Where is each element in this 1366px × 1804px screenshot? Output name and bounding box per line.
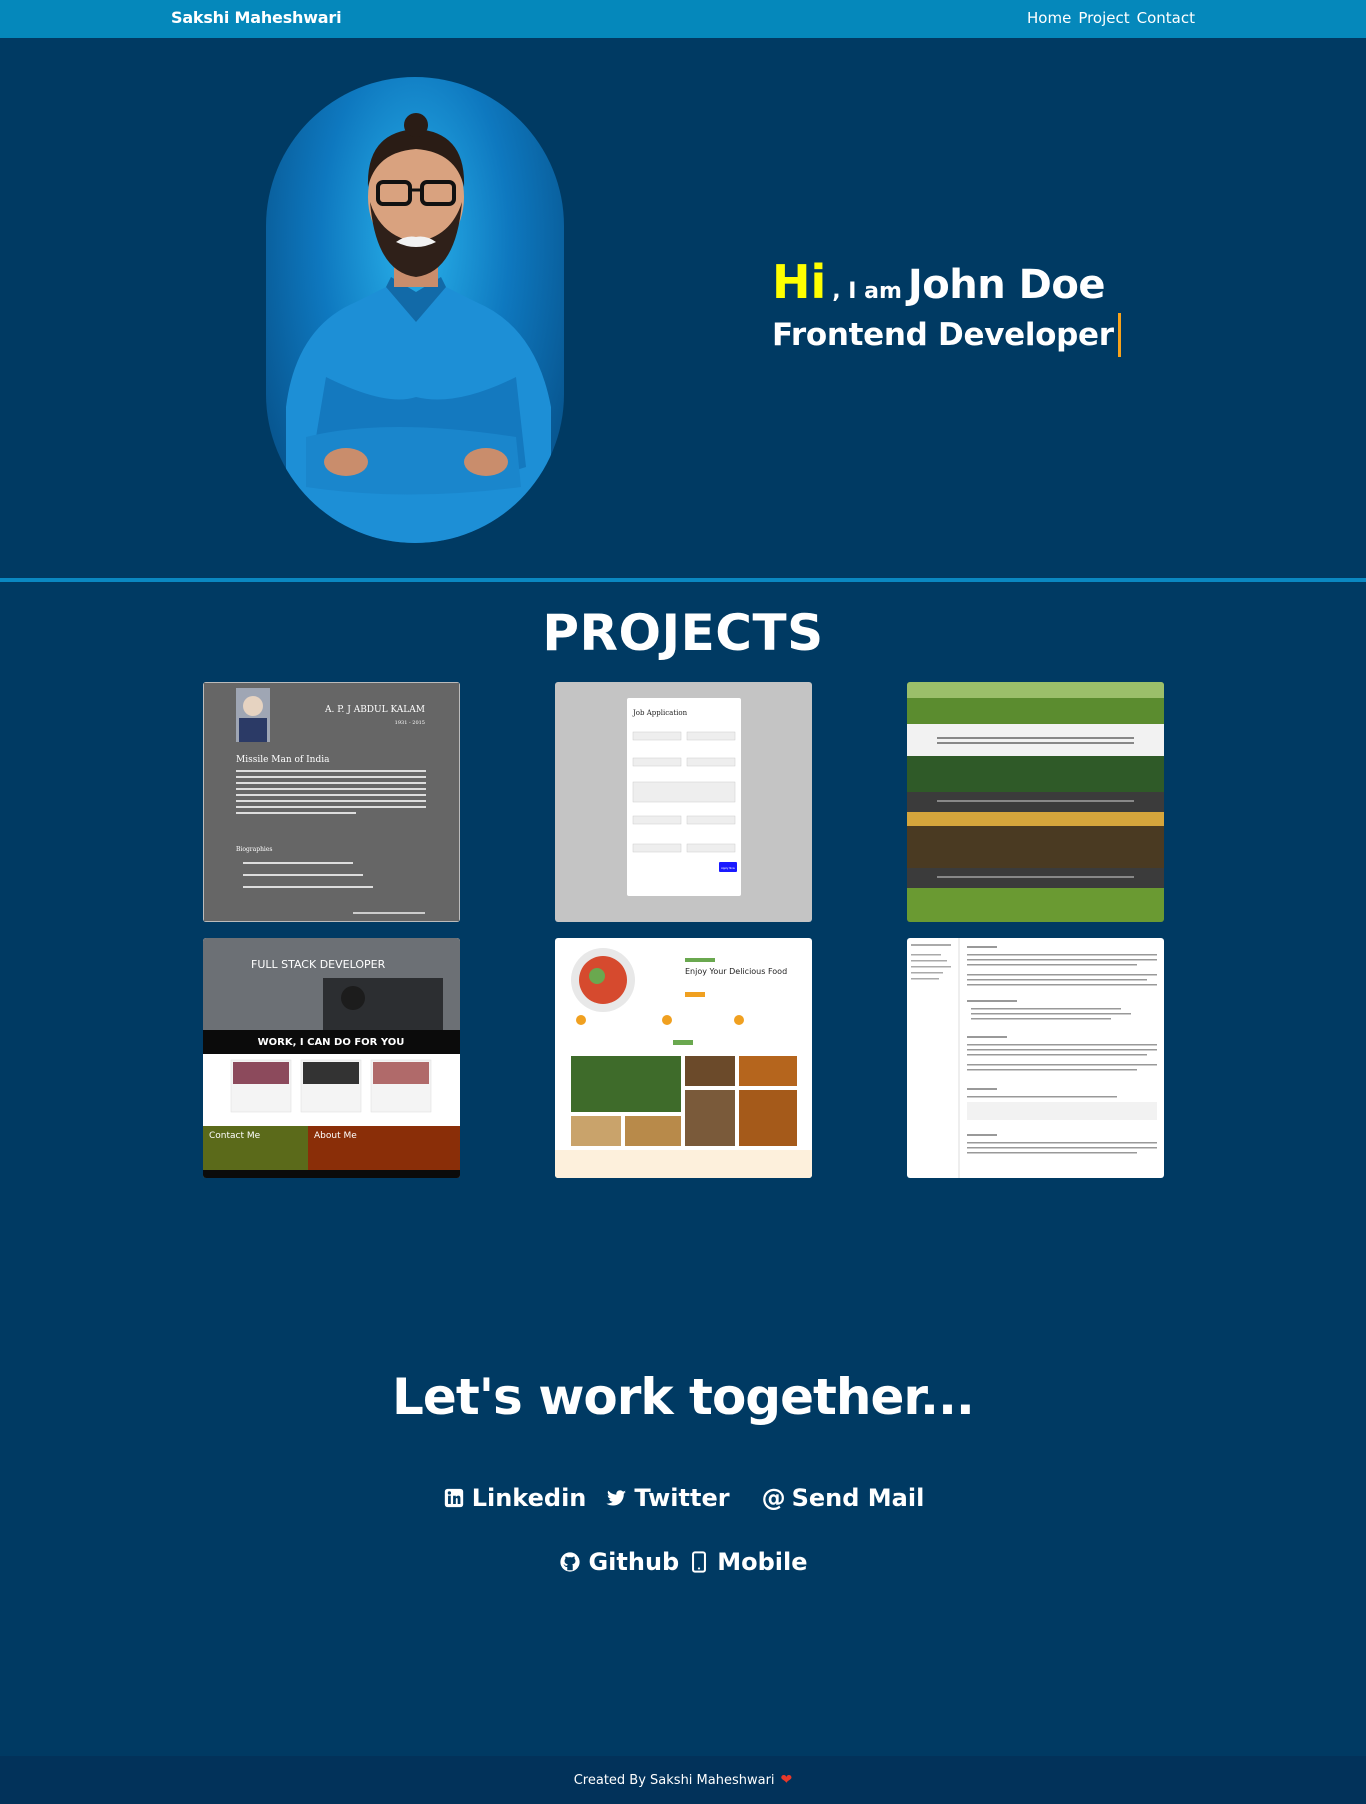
send-mail-link[interactable]: @ Send Mail (762, 1484, 925, 1512)
send-mail-label: Send Mail (791, 1484, 925, 1512)
nav-contact-link[interactable]: Contact (1137, 9, 1195, 27)
job-form-heading: Job Application (632, 709, 688, 717)
github-icon (558, 1550, 582, 1574)
job-form-apply-button: Apply Now (721, 866, 736, 870)
nav-project-link[interactable]: Project (1078, 9, 1129, 27)
project-card-food-restaurant[interactable]: Enjoy Your Delicious Food (555, 938, 812, 1178)
navbar: Sakshi Maheshwari Home Project Contact (0, 0, 1366, 38)
contact-links-row-2: Github Mobile (0, 1548, 1366, 1576)
contact-links-row-1: Linkedin Twitter @ Send Mail (0, 1484, 1366, 1512)
hero-intro: Hi , I am John Doe Frontend Developer (772, 255, 1152, 357)
greeting-text: Hi (772, 255, 827, 309)
nav-links: Home Project Contact (1027, 9, 1195, 27)
food-restaurant-page-thumbnail: Enjoy Your Delicious Food (555, 938, 812, 1178)
twitter-icon (604, 1486, 628, 1510)
projects-title: PROJECTS (542, 604, 824, 662)
project-card-js-documentation[interactable] (907, 938, 1164, 1178)
kalam-subheading: 1931 - 2015 (395, 720, 425, 726)
mobile-link[interactable]: Mobile (687, 1548, 808, 1576)
heart-icon: ❤ (780, 1772, 793, 1788)
greeting-line: Hi , I am John Doe (772, 255, 1152, 309)
portfolio-banner: WORK, I CAN DO FOR YOU (258, 1037, 405, 1048)
project-card-kalam-tribute[interactable]: A. P. J ABDUL KALAM 1931 - 2015 Missile … (203, 682, 460, 922)
intro-text: , I am (832, 279, 902, 304)
linkedin-label: Linkedin (471, 1484, 587, 1512)
portfolio-footer-left: Contact Me (209, 1131, 261, 1141)
profile-photo (266, 77, 564, 543)
food-heading: Enjoy Your Delicious Food (685, 967, 787, 976)
project-card-portfolio[interactable]: FULL STACK DEVELOPER WORK, I CAN DO FOR … (203, 938, 460, 1178)
at-icon: @ (761, 1484, 786, 1512)
portfolio-footer-right: About Me (314, 1131, 357, 1141)
contact-section: Let's work together... Linkedin Twitter … (0, 1178, 1366, 1756)
brand-name[interactable]: Sakshi Maheshwari (171, 8, 342, 27)
nature-landscape-page-thumbnail (907, 682, 1164, 922)
nav-home-link[interactable]: Home (1027, 9, 1071, 27)
kalam-section: Biographies (236, 846, 272, 853)
twitter-link[interactable]: Twitter (604, 1484, 730, 1512)
linkedin-icon (442, 1486, 466, 1510)
footer-credit: Created By Sakshi Maheshwari (573, 1772, 775, 1788)
kalam-tagline: Missile Man of India (236, 755, 330, 765)
twitter-label: Twitter (634, 1484, 730, 1512)
mobile-icon (687, 1550, 711, 1574)
javascript-documentation-thumbnail (907, 938, 1164, 1178)
mobile-label: Mobile (717, 1548, 808, 1576)
hero-section (0, 38, 1366, 578)
hero-name: John Doe (907, 262, 1106, 308)
footer: Created By Sakshi Maheshwari ❤ (0, 1756, 1366, 1804)
portfolio-heading: FULL STACK DEVELOPER (251, 958, 386, 971)
hero-role: Frontend Developer (772, 313, 1121, 357)
kalam-tribute-page-thumbnail: A. P. J ABDUL KALAM 1931 - 2015 Missile … (203, 682, 460, 922)
project-card-nature-landscape[interactable] (907, 682, 1164, 922)
job-application-form-thumbnail: Job Application Apply Now (555, 682, 812, 922)
linkedin-link[interactable]: Linkedin (442, 1484, 587, 1512)
github-label: Github (588, 1548, 680, 1576)
portfolio-page-thumbnail: FULL STACK DEVELOPER WORK, I CAN DO FOR … (203, 938, 460, 1178)
project-card-job-application[interactable]: Job Application Apply Now (555, 682, 812, 922)
contact-title: Let's work together... (392, 1368, 975, 1426)
github-link[interactable]: Github (558, 1548, 679, 1576)
kalam-heading: A. P. J ABDUL KALAM (324, 705, 425, 715)
